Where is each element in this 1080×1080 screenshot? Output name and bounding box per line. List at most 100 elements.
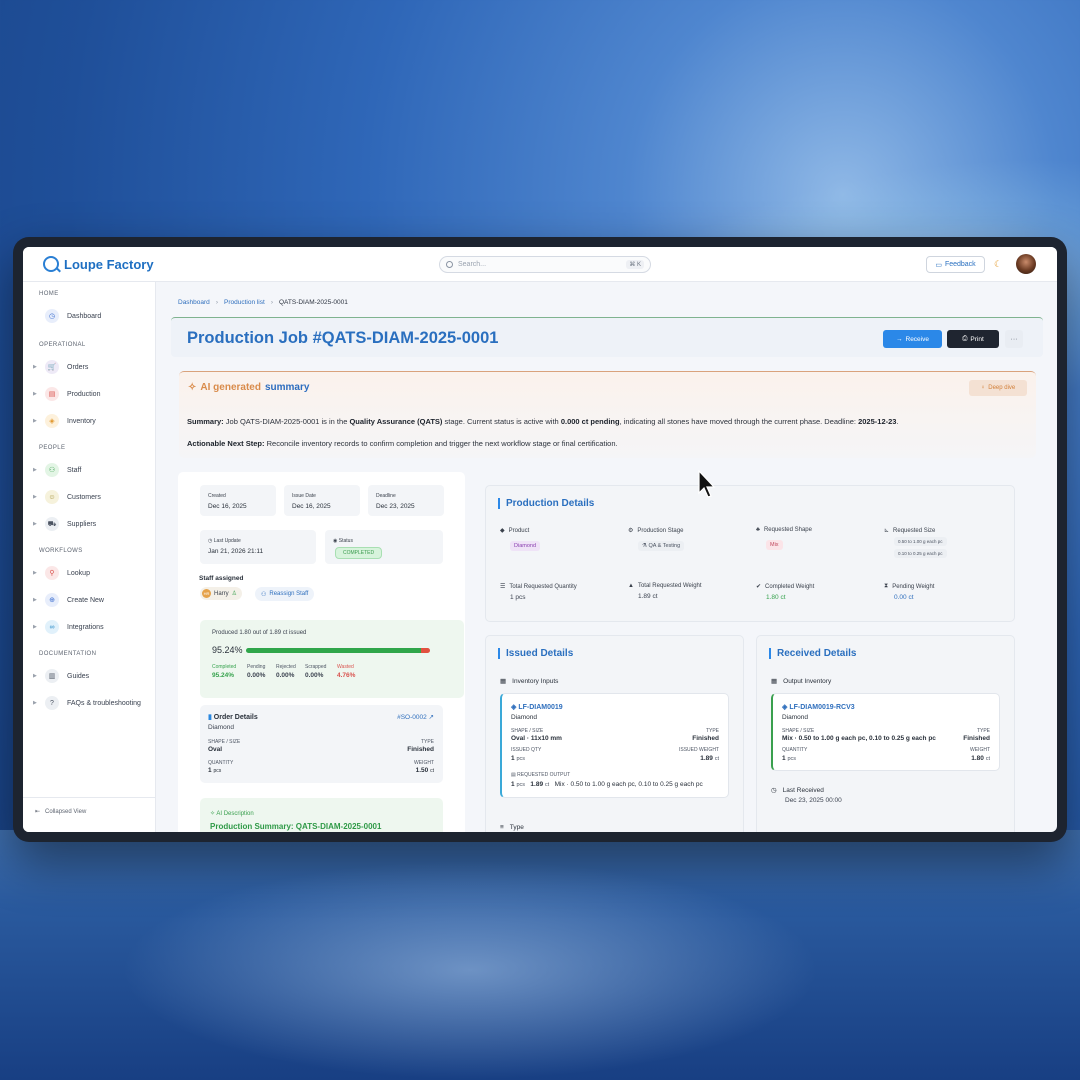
- more-button[interactable]: ···: [1005, 330, 1023, 348]
- book-icon: ▥: [45, 669, 59, 683]
- sidebar-item-orders[interactable]: ▶ 🛒 Orders: [33, 358, 151, 376]
- shape-value: Oval: [208, 746, 223, 753]
- gears-icon: ⚙: [628, 528, 634, 534]
- sidebar-item-inventory[interactable]: ▶ ◈ Inventory: [33, 412, 151, 430]
- theme-toggle-button[interactable]: ☾: [990, 256, 1006, 273]
- order-details-title: ▮ Order Details: [208, 714, 258, 721]
- plus-circle-icon: ⊕: [45, 593, 59, 607]
- progress-percent: 95.24%: [212, 645, 243, 655]
- last-update-label: ◷ Last Update: [208, 538, 241, 544]
- weight-icon: ▲: [628, 583, 634, 589]
- sidebar-item-dashboard[interactable]: ◷ Dashboard: [33, 307, 151, 325]
- help-icon: ?: [45, 696, 59, 710]
- sidebar-item-create-new[interactable]: ▶ ⊕ Create New: [33, 591, 151, 609]
- background-glow: [120, 860, 820, 1080]
- sidebar-item-label: Production: [67, 390, 101, 398]
- sidebar-item-label: Create New: [67, 596, 104, 604]
- sidebar-item-label: Customers: [67, 493, 101, 501]
- received-details-card: Received Details ▦ Output Inventory ◈ LF-…: [756, 635, 1015, 832]
- search-input[interactable]: Search... ⌘ K: [439, 256, 651, 273]
- inventory-id[interactable]: ◈ LF-DIAM0019-RCV3: [782, 703, 855, 711]
- chevron-right-icon: ▶: [33, 467, 37, 473]
- status-label: ◉ Status: [333, 538, 353, 544]
- gem-icon: ◆: [500, 528, 505, 534]
- issued-inventory-item[interactable]: ◈ LF-DIAM0019 Diamond SHAPE / SIZE Oval …: [500, 693, 729, 798]
- chevron-right-icon: ▶: [33, 391, 37, 397]
- inventory-type: Diamond: [511, 714, 538, 721]
- status-card: ◉ Status COMPLETED: [325, 530, 443, 564]
- chevron-right-icon: ▶: [33, 521, 37, 527]
- check-circle-icon: ✔: [756, 584, 762, 590]
- ai-title-word: summary: [264, 382, 310, 393]
- chevron-right-icon: ▶: [33, 700, 37, 706]
- user-plus-icon: ⚇: [261, 591, 267, 598]
- breadcrumb-separator: ›: [270, 299, 273, 306]
- total-weight-field: ▲ Total Requested Weight 1.89 ct: [628, 583, 702, 600]
- section-operational: OPERATIONAL: [39, 342, 86, 348]
- breadcrumb-current: QATS-DIAM-2025-0001: [278, 299, 348, 306]
- sidebar-item-integrations[interactable]: ▶ ∞ Integrations: [33, 618, 151, 636]
- summary-label: Summary:: [187, 417, 224, 426]
- ai-description-label: ✧ AI Description: [210, 811, 254, 817]
- collapse-sidebar-button[interactable]: ⇤ Collapsed View: [35, 808, 86, 816]
- sparkle-icon: ✧: [188, 382, 197, 393]
- sidebar-item-customers[interactable]: ▶ ☺ Customers: [33, 488, 151, 506]
- ai-summary-text: Summary: Job QATS-DIAM-2025-0001 is in t…: [187, 417, 899, 426]
- staff-avatar: HR: [202, 589, 211, 598]
- type-value: Finished: [407, 746, 434, 753]
- chevron-right-icon: ▶: [33, 418, 37, 424]
- user-check-icon: ♙: [231, 591, 238, 597]
- staff-chip[interactable]: HR Harry ♙: [200, 587, 243, 600]
- issued-weight-label: ISSUED WEIGHT: [678, 747, 719, 753]
- sidebar-item-lookup[interactable]: ▶ ⚲ Lookup: [33, 564, 151, 582]
- product-tag: Diamond: [510, 541, 541, 551]
- loupe-icon: [43, 256, 59, 272]
- inventory-id[interactable]: ◈ LF-DIAM0019: [511, 703, 563, 711]
- boxes-icon: ▦: [771, 678, 778, 685]
- database-icon: ≡: [500, 824, 504, 831]
- summary-text: .: [896, 417, 899, 426]
- sidebar-item-label: Staff: [67, 466, 82, 474]
- receive-button[interactable]: → Receive: [883, 330, 942, 348]
- last-update-value: Jan 21, 2026 21:11: [208, 548, 264, 555]
- sidebar-item-staff[interactable]: ▶ ⚇ Staff: [33, 461, 151, 479]
- sidebar-item-suppliers[interactable]: ▶ ⛟ Suppliers: [33, 515, 151, 533]
- ai-description-title: Production Summary: QATS-DIAM-2025-0001: [210, 822, 382, 831]
- arrow-right-icon: →: [896, 335, 903, 343]
- user-avatar[interactable]: [1016, 254, 1036, 274]
- product-field: ◆ Product Diamond: [500, 527, 541, 552]
- sidebar-item-guides[interactable]: ▶ ▥ Guides: [33, 667, 151, 685]
- next-step-label: Actionable Next Step:: [187, 439, 265, 448]
- issued-details-title: Issued Details: [498, 648, 573, 659]
- sidebar-item-label: Lookup: [67, 569, 90, 577]
- printer-icon: ⎙: [962, 335, 968, 342]
- deadline-label: Deadline: [376, 493, 396, 499]
- received-inventory-item[interactable]: ◈ LF-DIAM0019-RCV3 Diamond SHAPE / SIZE …: [771, 693, 1000, 771]
- sidebar-item-production[interactable]: ▶ ▤ Production: [33, 385, 151, 403]
- feedback-button[interactable]: ▭ Feedback: [926, 256, 985, 273]
- sidebar-item-faqs[interactable]: ▶ ? FAQs & troubleshooting: [33, 694, 151, 712]
- size-tag: 0.10 to 0.25 g each pc: [894, 549, 947, 558]
- deep-dive-button[interactable]: ♀ Deep dive: [969, 380, 1027, 396]
- ai-summary-panel: ✧ AI generated summary ♀ Deep dive Summa…: [179, 371, 1036, 458]
- quantity-label: QUANTITY: [208, 760, 234, 766]
- breadcrumb-dashboard[interactable]: Dashboard: [178, 299, 210, 306]
- search-shortcut: ⌘ K: [626, 260, 644, 269]
- print-button[interactable]: ⎙ Print: [947, 330, 999, 348]
- pending-weight-field: ⧗ Pending Weight 0.00 ct: [884, 583, 935, 601]
- breadcrumb-production-list[interactable]: Production list: [224, 299, 265, 306]
- issue-date-card: Issue Date Dec 16, 2025: [284, 485, 360, 516]
- last-received-value: Dec 23, 2025 00:00: [785, 797, 842, 804]
- section-people: PEOPLE: [39, 445, 66, 451]
- order-link[interactable]: #SO-0002 ↗: [397, 713, 434, 721]
- users-icon: ⚇: [45, 463, 59, 477]
- reassign-staff-button[interactable]: ⚇ Reassign Staff: [255, 587, 315, 601]
- last-update-card: ◷ Last Update Jan 21, 2026 21:11: [200, 530, 316, 564]
- clock-icon: ◷: [771, 787, 777, 794]
- hourglass-icon: ⧗: [884, 583, 889, 589]
- progress-bar: [246, 648, 430, 653]
- app-logo[interactable]: Loupe Factory: [43, 256, 154, 272]
- ai-next-step: Actionable Next Step: Reconcile inventor…: [187, 439, 618, 448]
- stat-completed: Completed 95.24%: [212, 664, 237, 679]
- next-step-text: Reconcile inventory records to confirm c…: [266, 439, 618, 448]
